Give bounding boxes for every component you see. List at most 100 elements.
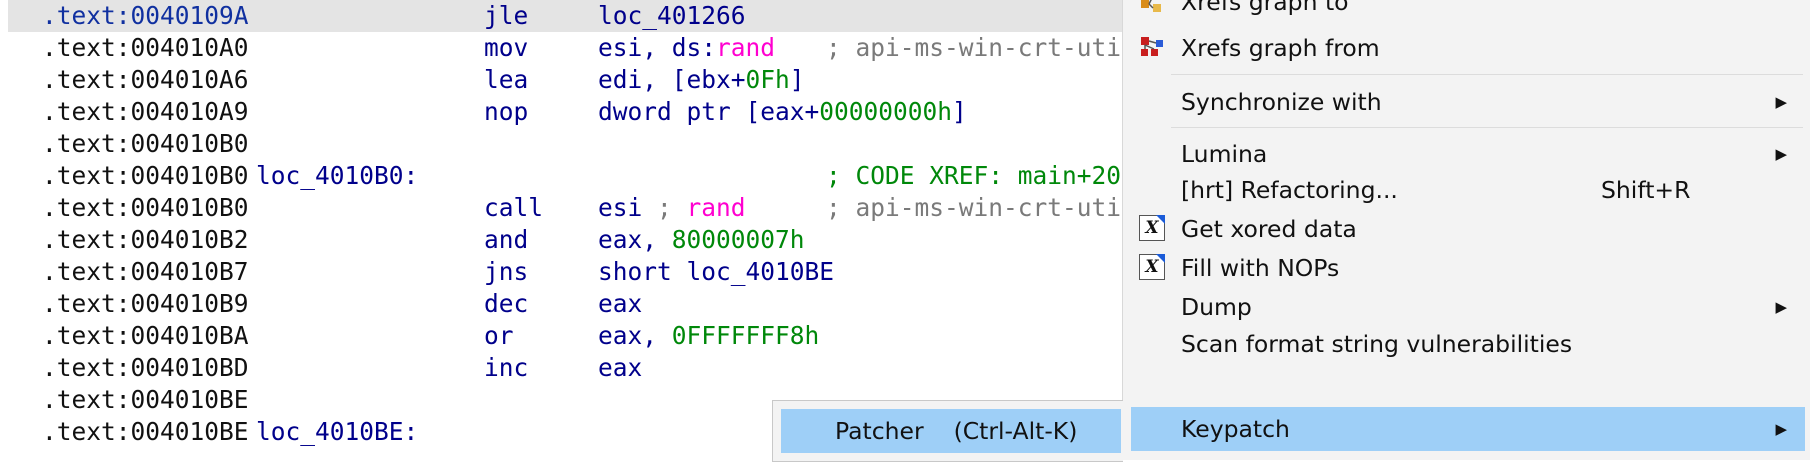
- keypatch-submenu: Patcher (Ctrl-Alt-K): [772, 400, 1123, 462]
- listing-line[interactable]: .text:004010BD inc eax: [8, 352, 1130, 384]
- operand-register: eax,: [598, 225, 672, 254]
- operand-part: edi, [ebx+: [598, 65, 746, 94]
- import-name[interactable]: rand: [687, 193, 746, 222]
- submenu-arrow-icon: ▶: [1775, 145, 1787, 163]
- xref-comment[interactable]: ; CODE XREF: main+200: [826, 160, 1130, 192]
- inline-comment-marker: ;: [642, 193, 687, 222]
- menu-item-label: Synchronize with: [1181, 88, 1382, 116]
- menu-item-label: [hrt] Refactoring...: [1181, 176, 1398, 204]
- fill-nops-icon: X: [1139, 254, 1165, 280]
- context-menu: Xrefs graph to Xrefs graph from Synchron…: [1122, 0, 1810, 460]
- listing-line[interactable]: .text:004010A9 nop dword ptr [eax+000000…: [8, 96, 1130, 128]
- menu-item-label: Scan format string vulnerabilities: [1181, 330, 1573, 358]
- operand[interactable]: loc_401266: [598, 0, 746, 32]
- operand: eax: [598, 289, 643, 318]
- menu-item-label: Dump: [1181, 293, 1252, 321]
- menu-item-label: Xrefs graph to: [1181, 0, 1349, 16]
- menu-separator: [1171, 127, 1803, 128]
- menu-item-label: Patcher (Ctrl-Alt-K): [835, 417, 1078, 445]
- line-address: .text:004010A9: [42, 97, 249, 126]
- line-address: .text:004010BE: [42, 385, 249, 414]
- menu-item-get-xored-data[interactable]: X Get xored data: [1131, 209, 1805, 249]
- immediate-value: 0FFFFFFF8h: [671, 321, 820, 350]
- listing-line-selected[interactable]: .text:0040109A jle loc_401266: [8, 0, 1130, 32]
- mnemonic: nop: [484, 97, 529, 126]
- listing-line[interactable]: .text:004010A6 lea edi, [ebx+0Fh]: [8, 64, 1130, 96]
- operand-part: dword ptr [eax+: [598, 97, 820, 126]
- listing-line[interactable]: .text:004010B0: [8, 128, 1130, 160]
- mnemonic: jns: [484, 257, 529, 286]
- menu-item-label: Lumina: [1181, 140, 1268, 168]
- comment: ; api-ms-win-crt-util: [826, 193, 1130, 222]
- line-address: .text:004010A6: [42, 65, 249, 94]
- line-address: .text:004010B9: [42, 289, 249, 318]
- line-address: .text:004010A0: [42, 33, 249, 62]
- menu-separator: [1171, 74, 1803, 75]
- listing-line[interactable]: .text:004010B0 loc_4010B0: ; CODE XREF: …: [8, 160, 1130, 192]
- menu-item-xrefs-graph-from[interactable]: Xrefs graph from: [1131, 28, 1805, 68]
- xrefs-graph-from-icon: [1139, 34, 1165, 60]
- submenu-arrow-icon: ▶: [1775, 93, 1787, 111]
- menu-item-keypatch[interactable]: Keypatch ▶: [1131, 407, 1805, 451]
- line-address: .text:004010BA: [42, 321, 249, 350]
- listing-line[interactable]: .text:004010A0 mov esi, ds:rand ; api-ms…: [8, 32, 1130, 64]
- operand: edi, [ebx+0Fh]: [598, 64, 805, 96]
- operand-register: eax,: [598, 321, 672, 350]
- menu-item-shortcut: Shift+R: [1601, 176, 1691, 204]
- menu-item-hrt-refactoring[interactable]: [hrt] Refactoring... Shift+R: [1131, 170, 1805, 210]
- mnemonic: and: [484, 225, 529, 254]
- menu-item-dump[interactable]: Dump ▶: [1131, 287, 1805, 327]
- line-address: .text:004010BE: [42, 417, 249, 446]
- operand-part: ]: [789, 65, 805, 94]
- menu-item-patcher[interactable]: Patcher (Ctrl-Alt-K): [781, 409, 1121, 453]
- operand-register: esi: [598, 193, 643, 222]
- listing-line[interactable]: .text:004010B7 jns short loc_4010BE: [8, 256, 1130, 288]
- menu-item-label: Fill with NOPs: [1181, 254, 1340, 282]
- operand[interactable]: short loc_4010BE: [598, 256, 834, 288]
- mnemonic: dec: [484, 289, 529, 318]
- immediate-value: 0Fh: [745, 65, 790, 94]
- code-label[interactable]: loc_4010BE:: [256, 416, 418, 448]
- mnemonic: jle: [484, 1, 529, 30]
- menu-item-xrefs-graph-to[interactable]: Xrefs graph to: [1131, 0, 1805, 22]
- disassembly-view[interactable]: .text:0040109A jle loc_401266 .text:0040…: [0, 0, 1130, 460]
- mnemonic: call: [484, 193, 544, 222]
- menu-item-fill-with-nops[interactable]: X Fill with NOPs: [1131, 248, 1805, 288]
- operand: esi ; rand: [598, 192, 746, 224]
- immediate-value: 80000007h: [671, 225, 805, 254]
- code-label[interactable]: loc_4010B0:: [256, 160, 418, 192]
- line-address: .text:0040109A: [42, 1, 249, 30]
- xrefs-graph-to-icon: [1139, 0, 1165, 14]
- menu-item-label: Xrefs graph from: [1181, 34, 1380, 62]
- import-name[interactable]: rand: [716, 33, 775, 62]
- operand-register: esi, ds:: [598, 33, 717, 62]
- line-address: .text:004010B0: [42, 193, 249, 222]
- operand-part: ]: [952, 97, 967, 126]
- menu-item-shortcut: (Ctrl-Alt-K): [953, 417, 1078, 445]
- immediate-value: 00000000h: [819, 97, 953, 126]
- line-address: .text:004010B0: [42, 129, 249, 158]
- menu-item-label: Keypatch: [1181, 415, 1290, 443]
- mnemonic: inc: [484, 353, 529, 382]
- listing-line[interactable]: .text:004010BA or eax, 0FFFFFFF8h: [8, 320, 1130, 352]
- submenu-arrow-icon: ▶: [1775, 420, 1787, 438]
- menu-item-lumina[interactable]: Lumina ▶: [1131, 134, 1805, 174]
- mnemonic: or: [484, 321, 514, 350]
- menu-item-label: Get xored data: [1181, 215, 1357, 243]
- comment: ; api-ms-win-crt-util: [826, 33, 1130, 62]
- listing-line[interactable]: .text:004010B0 call esi ; rand ; api-ms-…: [8, 192, 1130, 224]
- menu-item-scan-format-string[interactable]: Scan format string vulnerabilities: [1131, 324, 1805, 364]
- operand: eax: [598, 353, 643, 382]
- submenu-arrow-icon: ▶: [1775, 298, 1787, 316]
- operand: esi, ds:rand: [598, 32, 775, 64]
- line-address: .text:004010B7: [42, 257, 249, 286]
- xored-data-icon: X: [1139, 215, 1165, 241]
- listing-line[interactable]: .text:004010B2 and eax, 80000007h: [8, 224, 1130, 256]
- mnemonic: lea: [484, 65, 529, 94]
- operand: dword ptr [eax+00000000h]: [598, 96, 967, 128]
- menu-item-synchronize-with[interactable]: Synchronize with ▶: [1131, 82, 1805, 122]
- listing-line[interactable]: .text:004010B9 dec eax: [8, 288, 1130, 320]
- operand: eax, 80000007h: [598, 224, 805, 256]
- line-address: .text:004010BD: [42, 353, 249, 382]
- line-address: .text:004010B0: [42, 161, 249, 190]
